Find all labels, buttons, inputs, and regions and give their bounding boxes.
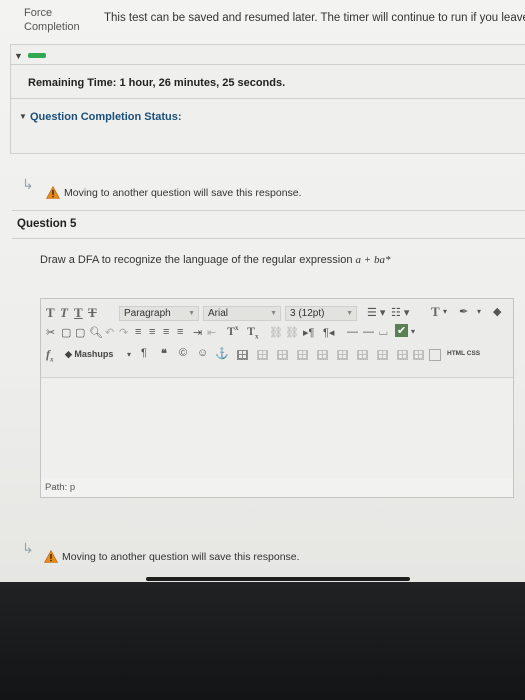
editor-toolbar: T T T T Paragraph ▼ Arial ▼ 3 (12pt) ▼ ☰…: [41, 299, 513, 378]
table-split-cells-icon[interactable]: [377, 350, 388, 360]
chevron-down-icon[interactable]: ▾: [411, 327, 415, 336]
underline-icon[interactable]: T: [74, 305, 83, 321]
remaining-time-value: 1 hour, 26 minutes, 25 seconds.: [119, 77, 286, 89]
scroll-indicator: [146, 577, 410, 581]
question-title: Question 5: [17, 218, 77, 230]
timer-divider-2: [10, 98, 525, 99]
size-select-value: 3 (12pt): [290, 308, 325, 319]
bold-icon[interactable]: T: [46, 305, 55, 321]
chevron-down-icon[interactable]: ▾: [127, 350, 131, 359]
horizontal-line-icon[interactable]: —: [363, 326, 374, 338]
force-label-line1: Force: [24, 7, 53, 19]
table-props-icon[interactable]: [413, 350, 424, 360]
mashups-button[interactable]: ◆ Mashups: [65, 349, 113, 360]
unlink-icon[interactable]: ⛓: [285, 326, 299, 339]
warning-icon: [44, 550, 58, 563]
paragraph-mark-icon[interactable]: ¶: [141, 347, 147, 359]
warning-icon: [46, 186, 60, 199]
font-select[interactable]: Arial ▼: [203, 306, 281, 321]
spellcheck-icon[interactable]: ✔: [395, 324, 409, 337]
table-col-before-icon[interactable]: [317, 350, 328, 360]
align-left-icon[interactable]: ≡: [135, 326, 141, 338]
table-delete-col-icon[interactable]: [357, 350, 368, 360]
question-prompt: Draw a DFA to recognize the language of …: [40, 254, 390, 266]
device-bezel: [0, 582, 525, 700]
force-completion-text: This test can be saved and resumed later…: [104, 12, 525, 24]
table-icon[interactable]: [237, 350, 248, 360]
collapse-arrow-icon[interactable]: ▼: [14, 51, 23, 61]
italic-icon[interactable]: T: [60, 305, 68, 321]
paragraph-select-value: Paragraph: [124, 308, 171, 319]
align-justify-icon[interactable]: ≡: [177, 326, 183, 338]
align-center-icon[interactable]: ≡: [149, 326, 155, 338]
subscript-icon[interactable]: Tx: [247, 324, 259, 340]
table-col-after-icon[interactable]: [337, 350, 348, 360]
save-notice: Moving to another question will save thi…: [64, 187, 302, 199]
anchor-icon[interactable]: ⚓: [215, 347, 229, 360]
rich-text-editor[interactable]: T T T T Paragraph ▼ Arial ▼ 3 (12pt) ▼ ☰…: [40, 298, 514, 498]
formula-icon[interactable]: fx: [46, 347, 54, 363]
find-icon[interactable]: 🔍︎: [89, 326, 103, 339]
table-delete-row-icon[interactable]: [297, 350, 308, 360]
editor-path: Path: p: [45, 482, 76, 493]
return-arrow-icon: ↳: [22, 176, 34, 192]
size-select[interactable]: 3 (12pt) ▼: [285, 306, 357, 321]
force-label-line2: Completion: [24, 21, 80, 33]
force-completion-label: Force Completion: [24, 6, 80, 34]
copyright-icon[interactable]: ©: [179, 347, 187, 359]
footer-save-notice: Moving to another question will save thi…: [62, 551, 300, 563]
highlight-pen-icon[interactable]: ✒: [459, 305, 468, 318]
eraser-icon[interactable]: ◆: [493, 305, 501, 318]
font-select-value: Arial: [208, 308, 229, 319]
html-label: HTML: [447, 350, 465, 357]
timer-divider: [10, 64, 525, 65]
html-button[interactable]: HTML CSS: [447, 350, 480, 357]
editor-content-area[interactable]: [41, 378, 513, 478]
timer-panel: [10, 44, 525, 154]
bullet-list-icon[interactable]: ☰ ▾: [367, 306, 385, 319]
redo-icon[interactable]: ↷: [119, 326, 128, 339]
remaining-time-label: Remaining Time:: [28, 77, 117, 89]
rtl-icon[interactable]: ¶◂: [323, 326, 334, 339]
prompt-text: Draw a DFA to recognize the language of …: [40, 254, 353, 266]
superscript-icon[interactable]: Tx: [227, 324, 239, 339]
outdent-icon[interactable]: ⇤: [207, 326, 216, 339]
table-row-before-icon[interactable]: [257, 350, 268, 360]
timer-progress-indicator: [28, 53, 46, 58]
chevron-down-icon: ▼: [346, 310, 353, 317]
undo-icon[interactable]: ↶: [105, 326, 114, 339]
css-label: CSS: [466, 350, 481, 357]
horizontal-rule-icon[interactable]: —: [347, 326, 358, 338]
cut-icon[interactable]: ✂: [46, 326, 55, 339]
link-icon[interactable]: ⛓: [269, 326, 283, 339]
browser-viewport: Force Completion This test can be saved …: [0, 0, 525, 582]
text-color-icon[interactable]: T: [431, 304, 440, 320]
chevron-down-icon[interactable]: ▾: [477, 307, 481, 316]
strikethrough-icon[interactable]: T: [88, 305, 97, 321]
question-divider: [12, 210, 525, 211]
paragraph-select[interactable]: Paragraph ▼: [119, 306, 199, 321]
question-title-divider: [12, 238, 525, 239]
visual-aid-icon[interactable]: [429, 349, 441, 361]
nonbreaking-space-icon[interactable]: ⌴: [379, 326, 388, 339]
chevron-down-icon: ▼: [188, 310, 195, 317]
chevron-down-icon: ▼: [270, 310, 277, 317]
emoticon-icon[interactable]: ☺: [197, 347, 208, 359]
align-right-icon[interactable]: ≡: [163, 326, 169, 338]
chevron-down-icon[interactable]: ▾: [443, 307, 447, 316]
mashups-label: Mashups: [74, 349, 114, 359]
copy-icon[interactable]: ▢: [61, 326, 71, 339]
question-completion-status-toggle[interactable]: Question Completion Status:: [30, 111, 182, 123]
paste-icon[interactable]: ▢: [75, 326, 85, 339]
ltr-icon[interactable]: ▸¶: [303, 326, 314, 339]
quote-icon[interactable]: ❝: [161, 347, 167, 360]
expand-arrow-icon[interactable]: ▼: [19, 112, 27, 121]
remaining-time: Remaining Time: 1 hour, 26 minutes, 25 s…: [28, 77, 285, 89]
prompt-expression: a + ba*: [355, 254, 391, 266]
return-arrow-icon: ↳: [22, 540, 34, 556]
numbered-list-icon[interactable]: ☷ ▾: [391, 306, 409, 319]
table-merge-cells-icon[interactable]: [397, 350, 408, 360]
table-row-after-icon[interactable]: [277, 350, 288, 360]
indent-icon[interactable]: ⇥: [193, 326, 202, 339]
